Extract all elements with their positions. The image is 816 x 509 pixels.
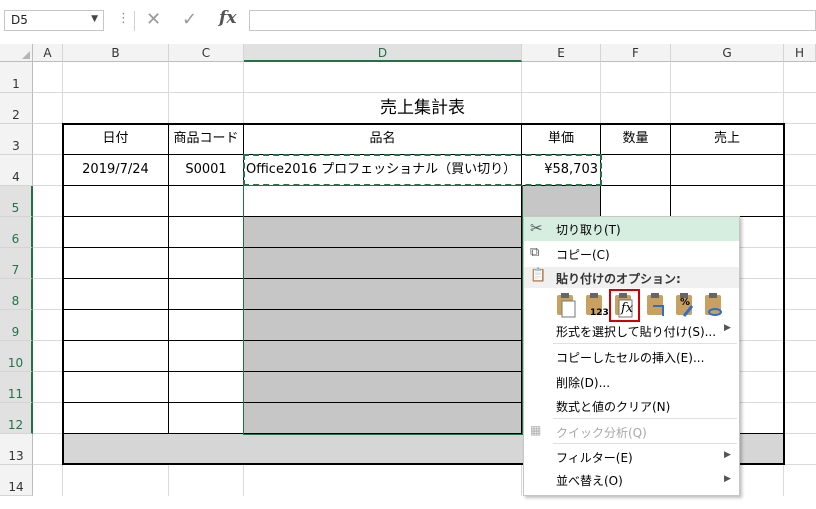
chevron-right-icon: ▶ [724,323,731,333]
row-header-4[interactable]: 4 [0,155,33,186]
column-header-g[interactable]: G [671,44,784,62]
column-header-h[interactable]: H [784,44,816,62]
header-cell-qty[interactable]: 数量 [601,124,670,154]
copy-icon: ⧉ [530,245,540,260]
quick-analysis-icon: ▦ [530,423,542,437]
row-header-11[interactable]: 11 [0,372,33,403]
column-header-f[interactable]: F [601,44,671,62]
divider [134,11,135,31]
row-header-10[interactable]: 10 [0,341,33,372]
paste-values-icon[interactable]: 123 [582,292,609,320]
paste-formulas-icon[interactable]: fx [609,289,640,322]
column-header-d[interactable]: D [244,44,522,62]
row-header-6[interactable]: 6 [0,217,33,248]
menu-item-clear-contents-label: 数式と値のクリア(N) [556,400,671,414]
insert-function-icon[interactable]: fx [219,8,236,28]
column-header-e[interactable]: E [522,44,601,62]
header-cell-code[interactable]: 商品コード [169,124,243,154]
row-header-9[interactable]: 9 [0,310,33,341]
column-header-a[interactable]: A [33,44,63,62]
paste-values-label: 123 [590,308,609,318]
name-box[interactable]: D5 ▼ [4,10,104,31]
menu-item-delete-label: 削除(D)... [556,376,611,390]
column-header-c[interactable]: C [169,44,244,62]
menu-item-filter-label: フィルター(E) [556,451,633,465]
select-all-corner[interactable] [0,44,33,62]
paste-transpose-icon[interactable] [643,292,669,320]
row-header-2[interactable]: 2 [0,93,33,124]
paste-icon: 📋 [530,268,547,283]
menu-item-sort-label: 並べ替え(O) [556,474,623,488]
cell-date[interactable]: 2019/7/24 [63,155,168,185]
sheet-title[interactable]: 売上集計表 [244,93,601,124]
divider [553,343,737,344]
row-header-7[interactable]: 7 [0,248,33,279]
chevron-right-icon: ▶ [724,474,731,484]
menu-item-paste-special-label: 形式を選択して貼り付け(S)... [556,325,717,339]
menu-item-quick-analysis-label: クイック分析(Q) [556,426,647,440]
active-cell-d5[interactable] [244,186,521,216]
paste-link-icon[interactable] [701,292,727,320]
paste-icon[interactable] [553,292,579,320]
formula-input[interactable] [249,10,816,31]
divider [553,443,737,444]
row-header-13[interactable]: 13 [0,434,33,465]
row-header-1[interactable]: 1 [0,62,33,93]
header-cell-price[interactable]: 単価 [522,124,600,154]
scissors-icon: ✂ [530,219,543,237]
menu-item-insert-copied-cells-label: コピーしたセルの挿入(E)... [556,351,705,365]
menu-item-cut-label: 切り取り(T) [556,223,621,237]
enter-icon[interactable]: ✓ [182,9,197,30]
header-cell-date[interactable]: 日付 [63,124,168,154]
cancel-icon[interactable]: ✕ [146,9,161,30]
paste-formulas-label: fx [621,301,634,316]
cell-code[interactable]: S0001 [169,155,243,185]
column-header-b[interactable]: B [63,44,169,62]
header-cell-sales[interactable]: 売上 [671,124,783,154]
more-icon[interactable]: ⋮ [117,11,130,26]
copy-marquee [243,154,602,186]
active-selection[interactable] [243,185,523,435]
chevron-down-icon[interactable]: ▼ [91,14,98,24]
divider [553,418,737,419]
cell-sales[interactable] [671,155,783,185]
row-header-14[interactable]: 14 [0,465,33,496]
row-header-12[interactable]: 12 [0,403,33,434]
chevron-right-icon: ▶ [724,450,731,460]
row-header-8[interactable]: 8 [0,279,33,310]
paste-options-label: 貼り付けのオプション: [556,272,681,286]
row-header-5[interactable]: 5 [0,186,33,217]
paste-formatting-icon[interactable]: % [672,292,698,320]
cell-qty[interactable] [601,155,670,185]
row-header-3[interactable]: 3 [0,124,33,155]
name-box-value: D5 [11,13,28,27]
menu-item-copy-label: コピー(C) [556,248,610,262]
paste-formatting-label: % [680,297,691,308]
header-cell-name[interactable]: 品名 [244,124,521,154]
